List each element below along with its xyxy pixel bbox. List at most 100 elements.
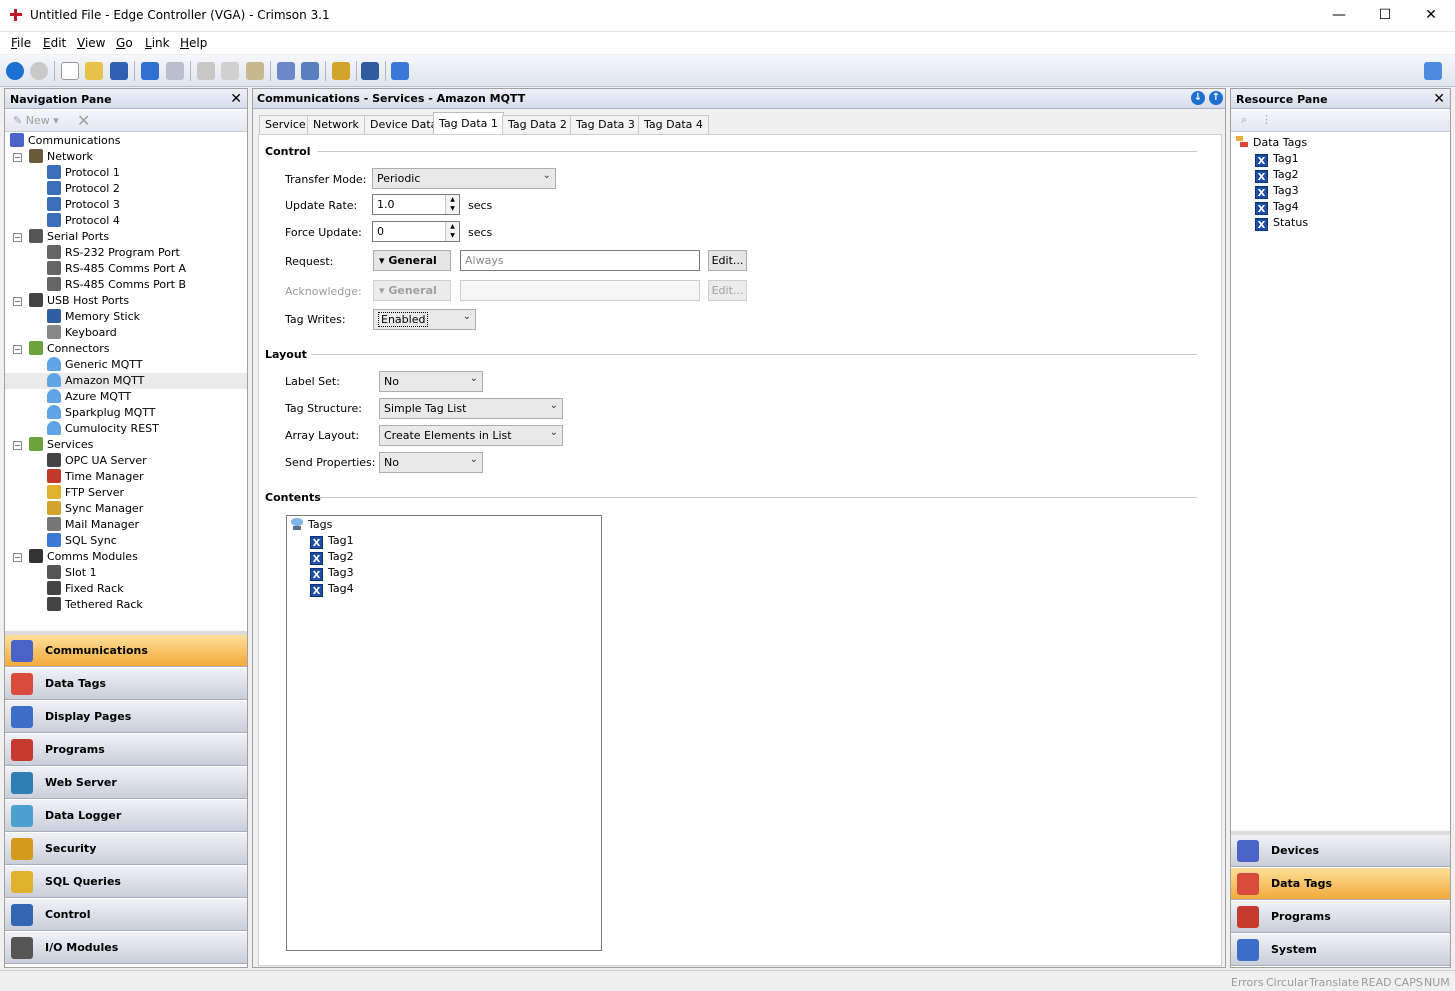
category-display-pages[interactable]: Display Pages xyxy=(5,701,247,733)
collapse-icon[interactable]: − xyxy=(13,441,22,450)
tree-item-services[interactable]: Services xyxy=(29,437,93,453)
request-mode-button[interactable]: ▾ General xyxy=(373,250,451,271)
contents-root[interactable]: Tags xyxy=(290,517,332,533)
delete-icon[interactable]: ✕ xyxy=(77,111,90,130)
contents-item-tag3[interactable]: X Tag3 xyxy=(310,565,354,581)
forward-icon[interactable] xyxy=(30,62,48,80)
category-security[interactable]: Security xyxy=(5,833,247,865)
back-icon[interactable] xyxy=(6,62,24,80)
tree-item-generic-mqtt[interactable]: Generic MQTT xyxy=(47,357,143,373)
tree-item-ftp-server[interactable]: FTP Server xyxy=(47,485,124,501)
help-icon[interactable] xyxy=(1424,62,1442,80)
category-communications[interactable]: Communications xyxy=(5,635,247,667)
tree-item-azure-mqtt[interactable]: Azure MQTT xyxy=(47,389,131,405)
tree-item-fixed-rack[interactable]: Fixed Rack xyxy=(47,581,124,597)
collapse-icon[interactable]: − xyxy=(13,153,22,162)
tree-item-rs-485-comms-port-b[interactable]: RS-485 Comms Port B xyxy=(47,277,186,293)
link-icon[interactable] xyxy=(391,62,409,80)
request-edit-button[interactable]: Edit... xyxy=(708,250,747,271)
category-data-tags[interactable]: Data Tags xyxy=(5,668,247,700)
save-icon[interactable] xyxy=(110,62,128,80)
category-sql-queries[interactable]: SQL Queries xyxy=(5,866,247,898)
tree-item-cumulocity-rest[interactable]: Cumulocity REST xyxy=(47,421,159,437)
send-properties-select[interactable]: No ⌄ xyxy=(379,452,483,473)
tab-service[interactable]: Service xyxy=(259,115,312,134)
resource-item-status[interactable]: X Status xyxy=(1255,215,1308,231)
search-icon[interactable]: ⌕ xyxy=(1241,113,1247,127)
update-rate-input[interactable]: 1.0 ▲ ▼ xyxy=(372,194,460,215)
tab-device-data[interactable]: Device Data xyxy=(364,115,444,134)
tree-item-time-manager[interactable]: Time Manager xyxy=(47,469,144,485)
tab-tag-data-2[interactable]: Tag Data 2 xyxy=(502,115,573,134)
maximize-button[interactable]: ☐ xyxy=(1362,0,1408,31)
tree-item-amazon-mqtt[interactable]: Amazon MQTT xyxy=(5,373,247,389)
tree-item-comms-modules[interactable]: Comms Modules xyxy=(29,549,138,565)
navigate-down-icon[interactable]: ↓ xyxy=(1191,91,1205,105)
copy-icon[interactable] xyxy=(221,62,239,80)
close-icon[interactable]: ✕ xyxy=(230,91,242,107)
collapse-icon[interactable]: − xyxy=(13,345,22,354)
collapse-icon[interactable]: − xyxy=(13,553,22,562)
category-data-logger[interactable]: Data Logger xyxy=(5,800,247,832)
new-file-icon[interactable] xyxy=(61,62,79,80)
contents-item-tag1[interactable]: X Tag1 xyxy=(310,533,354,549)
resource-root[interactable]: Data Tags xyxy=(1235,135,1307,151)
contents-item-tag2[interactable]: X Tag2 xyxy=(310,549,354,565)
tab-network[interactable]: Network xyxy=(307,115,365,134)
tree-item-protocol-2[interactable]: Protocol 2 xyxy=(47,181,120,197)
paste-icon[interactable] xyxy=(246,62,264,80)
tag-structure-select[interactable]: Simple Tag List ⌄ xyxy=(379,398,563,419)
tab-tag-data-1[interactable]: Tag Data 1 xyxy=(433,112,504,135)
tree-item-opc-ua-server[interactable]: OPC UA Server xyxy=(47,453,147,469)
tree-item-rs-485-comms-port-a[interactable]: RS-485 Comms Port A xyxy=(47,261,186,277)
key-icon[interactable] xyxy=(332,62,350,80)
tree-view-icon[interactable]: ⋮ xyxy=(1261,113,1272,126)
navigate-up-icon[interactable]: ↑ xyxy=(1209,91,1223,105)
tree-item-protocol-3[interactable]: Protocol 3 xyxy=(47,197,120,213)
tree-item-mail-manager[interactable]: Mail Manager xyxy=(47,517,139,533)
tree-item-protocol-4[interactable]: Protocol 4 xyxy=(47,213,120,229)
undo-icon[interactable] xyxy=(141,62,159,80)
label-set-select[interactable]: No ⌄ xyxy=(379,371,483,392)
menu-help[interactable]: Help xyxy=(180,36,207,50)
category-web-server[interactable]: Web Server xyxy=(5,767,247,799)
collapse-icon[interactable]: − xyxy=(13,297,22,306)
spinner-arrows-icon[interactable]: ▲ ▼ xyxy=(445,222,459,241)
find-icon[interactable] xyxy=(301,62,319,80)
category-devices[interactable]: Devices xyxy=(1231,835,1450,867)
cut-icon[interactable] xyxy=(197,62,215,80)
resource-item-tag4[interactable]: X Tag4 xyxy=(1255,199,1299,215)
monitor-icon[interactable] xyxy=(361,62,379,80)
contents-item-tag4[interactable]: X Tag4 xyxy=(310,581,354,597)
spelling-icon[interactable] xyxy=(277,62,295,80)
category-i-o-modules[interactable]: I/O Modules xyxy=(5,932,247,964)
close-icon[interactable]: ✕ xyxy=(1433,91,1445,107)
category-system[interactable]: System xyxy=(1231,934,1450,966)
tree-item-tethered-rack[interactable]: Tethered Rack xyxy=(47,597,143,613)
array-layout-select[interactable]: Create Elements in List ⌄ xyxy=(379,425,563,446)
menu-go[interactable]: Go xyxy=(116,36,133,50)
menu-file[interactable]: File xyxy=(11,36,31,50)
close-button[interactable]: ✕ xyxy=(1408,0,1454,31)
force-update-input[interactable]: 0 ▲ ▼ xyxy=(372,221,460,242)
tab-tag-data-3[interactable]: Tag Data 3 xyxy=(570,115,641,134)
tree-item-communications[interactable]: Communications xyxy=(10,133,120,149)
tab-tag-data-4[interactable]: Tag Data 4 xyxy=(638,115,709,134)
menu-link[interactable]: Link xyxy=(145,36,170,50)
tag-writes-select[interactable]: Enabled ⌄ xyxy=(373,309,476,330)
category-programs[interactable]: Programs xyxy=(1231,901,1450,933)
category-programs[interactable]: Programs xyxy=(5,734,247,766)
tree-item-sparkplug-mqtt[interactable]: Sparkplug MQTT xyxy=(47,405,155,421)
resource-item-tag3[interactable]: X Tag3 xyxy=(1255,183,1299,199)
category-data-tags[interactable]: Data Tags xyxy=(1231,868,1450,900)
tree-item-usb-host-ports[interactable]: USB Host Ports xyxy=(29,293,129,309)
contents-tree[interactable]: Tags X Tag1 X Tag2 X Tag3 X Tag4 xyxy=(286,515,602,951)
request-field[interactable]: Always xyxy=(460,250,700,271)
redo-icon[interactable] xyxy=(166,62,184,80)
tree-item-network[interactable]: Network xyxy=(29,149,93,165)
tree-item-connectors[interactable]: Connectors xyxy=(29,341,109,357)
tree-item-memory-stick[interactable]: Memory Stick xyxy=(47,309,140,325)
resource-item-tag2[interactable]: X Tag2 xyxy=(1255,167,1299,183)
minimize-button[interactable]: — xyxy=(1316,0,1362,31)
tree-item-serial-ports[interactable]: Serial Ports xyxy=(29,229,109,245)
